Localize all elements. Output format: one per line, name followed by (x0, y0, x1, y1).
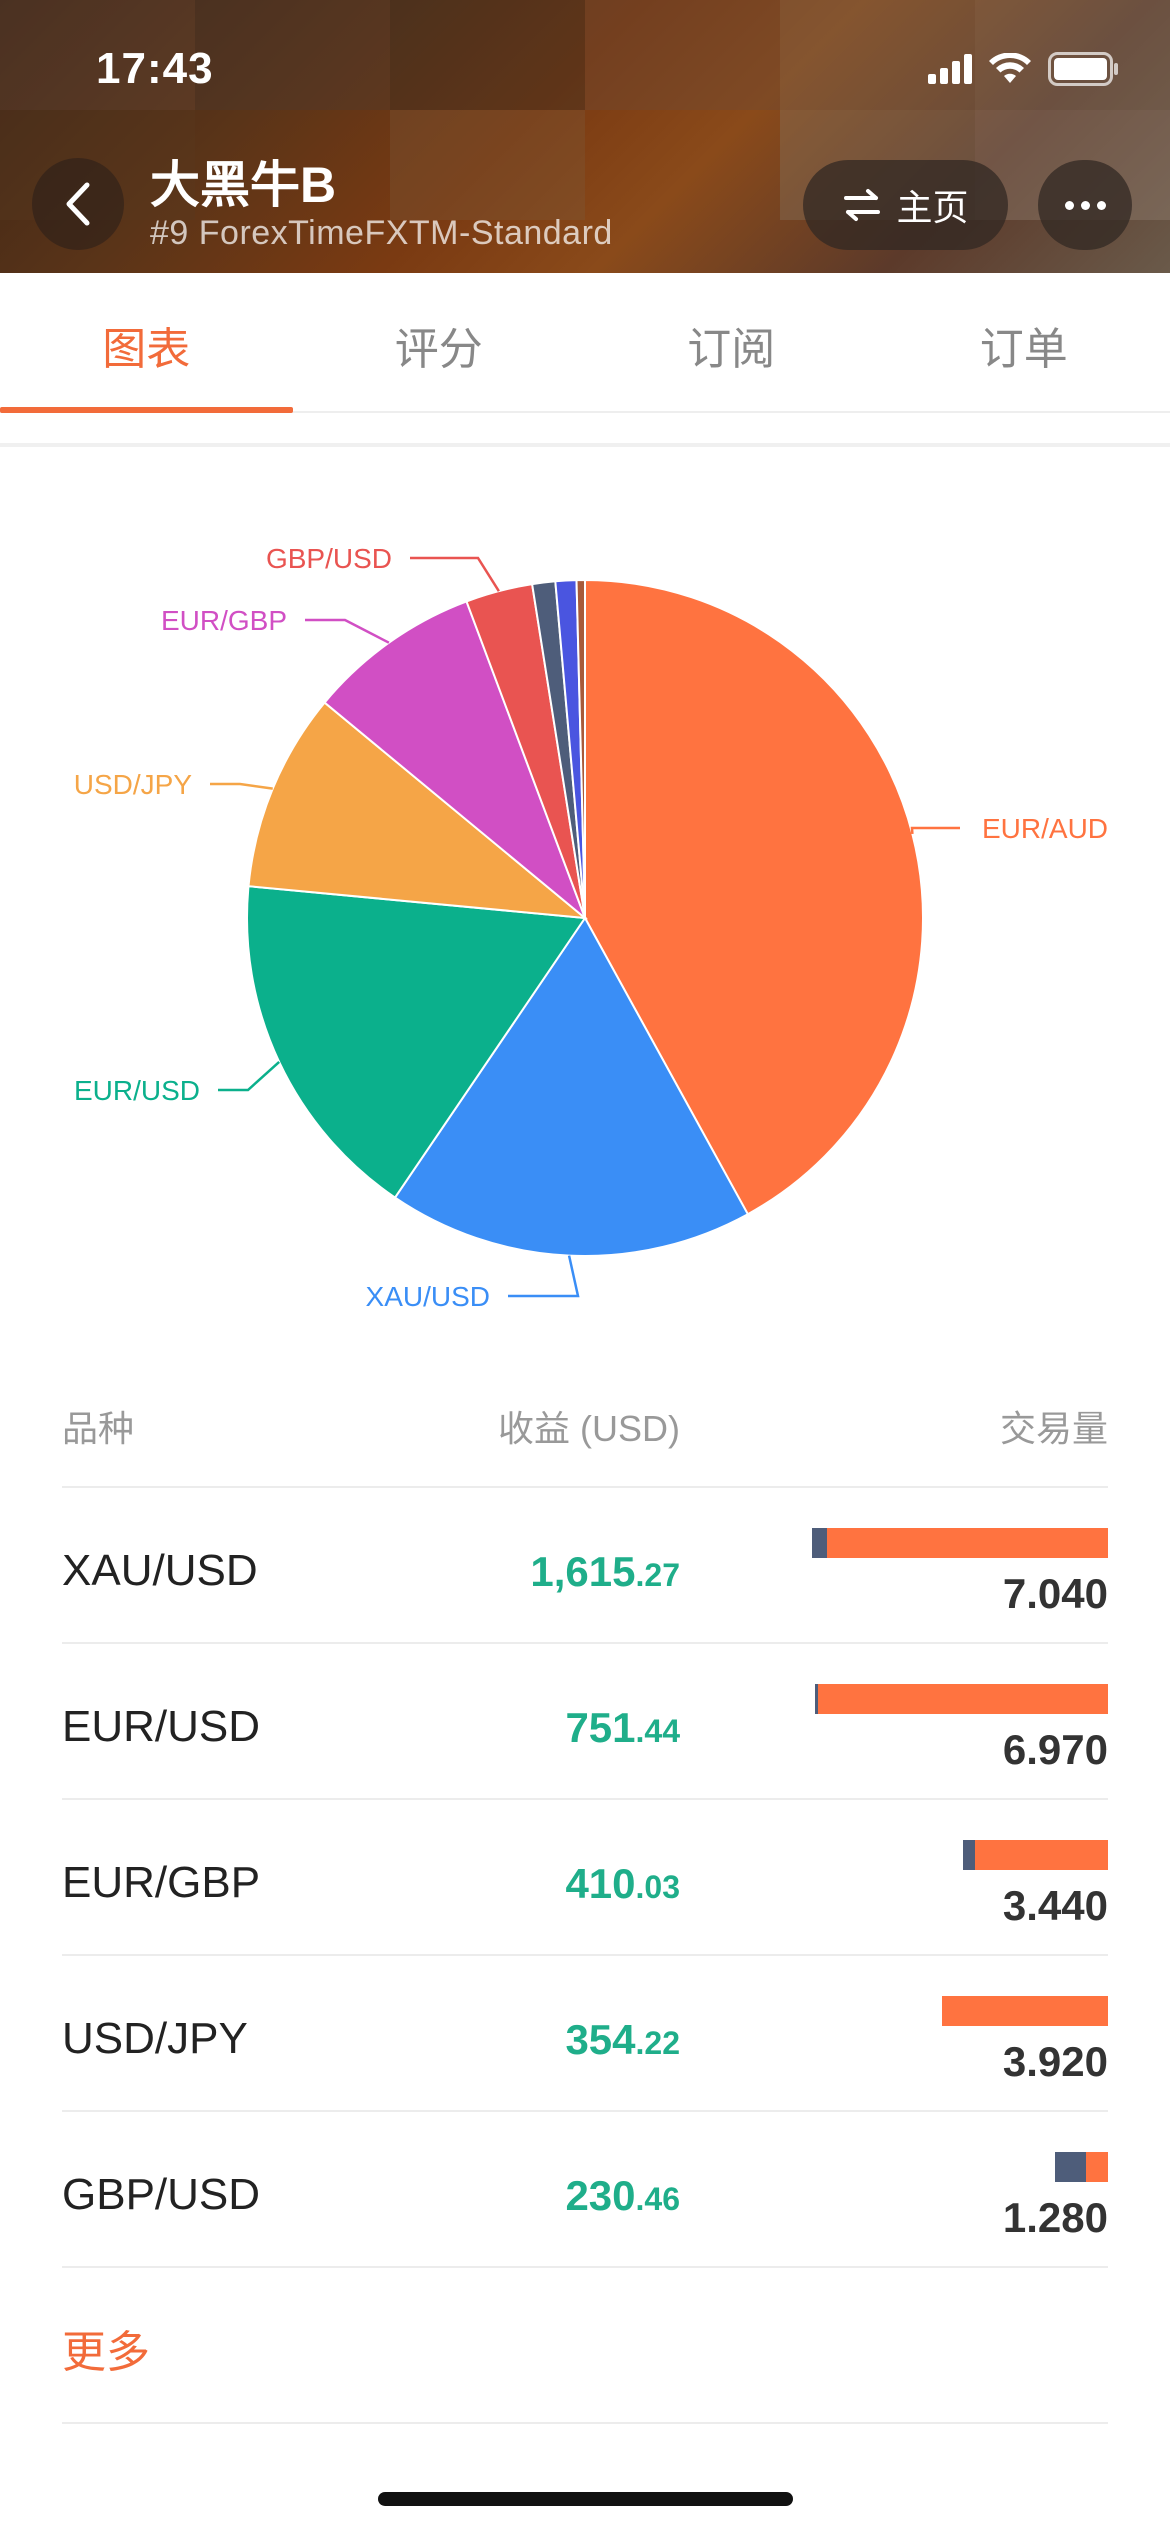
column-profit: 收益 (USD) (498, 1408, 680, 1449)
row-profit: 751.44 (565, 1704, 680, 1751)
column-volume: 交易量 (999, 1408, 1108, 1449)
pie-label: EUR/AUD (982, 813, 1108, 844)
table-row[interactable]: EUR/USD 751.44 6.970 (62, 1644, 1108, 1800)
pie-leader-line (305, 618, 390, 644)
table-row[interactable]: XAU/USD 1,615.27 7.040 (62, 1488, 1108, 1644)
swap-arrows-icon (844, 189, 881, 221)
volume-bar (962, 1840, 1108, 1870)
row-volume: 1.280 (1002, 2194, 1108, 2241)
pie-label: XAU/USD (366, 1281, 490, 1312)
pie-label: USD/JPY (74, 769, 193, 800)
more-options-button[interactable] (1038, 160, 1132, 250)
trader-name: 大黑牛B (150, 157, 337, 213)
table-row[interactable]: GBP/USD 230.46 1.280 (62, 2112, 1108, 2268)
pie-leader-line (508, 1255, 580, 1298)
tab-score[interactable]: 评分 (293, 273, 586, 411)
profile-header: 17:43 大黑牛B #9 ForexTimeFXTM-Standard 主页 (0, 0, 1170, 273)
pie-leader-line (910, 826, 960, 835)
row-symbol: GBP/USD (62, 2170, 261, 2219)
row-symbol: XAU/USD (62, 1546, 258, 1595)
wifi-icon (989, 53, 1031, 83)
volume-bar (814, 1684, 1108, 1714)
volume-bar (1054, 2152, 1108, 2182)
pie-leader-line (218, 1060, 281, 1092)
tab-chart[interactable]: 图表 (0, 273, 293, 413)
back-button[interactable] (32, 158, 124, 250)
row-profit: 1,615.27 (530, 1548, 680, 1595)
account-subtitle: #9 ForexTimeFXTM-Standard (150, 214, 613, 252)
table-row[interactable]: USD/JPY 354.22 3.920 (62, 1956, 1108, 2112)
cellular-signal-icon (928, 54, 972, 84)
volume-bar (812, 1528, 1108, 1558)
row-symbol: USD/JPY (62, 2014, 248, 2063)
tab-orders[interactable]: 订单 (878, 273, 1170, 411)
row-profit: 230.46 (565, 2172, 680, 2219)
tab-subscribe[interactable]: 订阅 (585, 273, 878, 411)
pie-label: GBP/USD (266, 543, 392, 574)
table-row[interactable]: EUR/GBP 410.03 3.440 (62, 1800, 1108, 1956)
status-time: 17:43 (96, 44, 214, 93)
row-symbol: EUR/USD (62, 1702, 261, 1751)
row-profit: 410.03 (565, 1860, 680, 1907)
row-volume: 7.040 (1002, 1570, 1108, 1617)
status-icons (928, 52, 1120, 86)
pie-leader-line (410, 556, 500, 592)
pie-leader-line (210, 782, 273, 790)
row-profit: 354.22 (565, 2016, 680, 2063)
battery-icon (1048, 52, 1118, 86)
home-button[interactable]: 主页 (803, 160, 1008, 250)
symbol-distribution-pie-chart: EUR/AUD XAU/USD EUR/USD USD/JPY EUR/GBP GBP/U… (74, 543, 1108, 1312)
more-link[interactable]: 更多 (62, 2268, 1108, 2424)
column-symbol: 品种 (62, 1408, 135, 1449)
tab-bar: 图表 评分 订阅 订单 (0, 273, 1170, 413)
row-volume: 3.440 (1002, 1882, 1108, 1929)
chevron-left-icon (66, 182, 90, 226)
row-volume: 6.970 (1002, 1726, 1108, 1773)
ellipsis-icon (1064, 200, 1074, 210)
more-link-label: 更多 (62, 2328, 150, 2377)
table-header: 品种 收益 (USD) 交易量 (62, 1370, 1108, 1488)
home-indicator[interactable] (378, 2492, 793, 2506)
pie-label: EUR/USD (74, 1075, 200, 1106)
home-button-label: 主页 (896, 187, 969, 228)
row-symbol: EUR/GBP (62, 1858, 261, 1907)
row-volume: 3.920 (1002, 2038, 1108, 2085)
section-divider (0, 443, 1170, 447)
pie-label: EUR/GBP (161, 605, 287, 636)
volume-bar (942, 1996, 1108, 2026)
